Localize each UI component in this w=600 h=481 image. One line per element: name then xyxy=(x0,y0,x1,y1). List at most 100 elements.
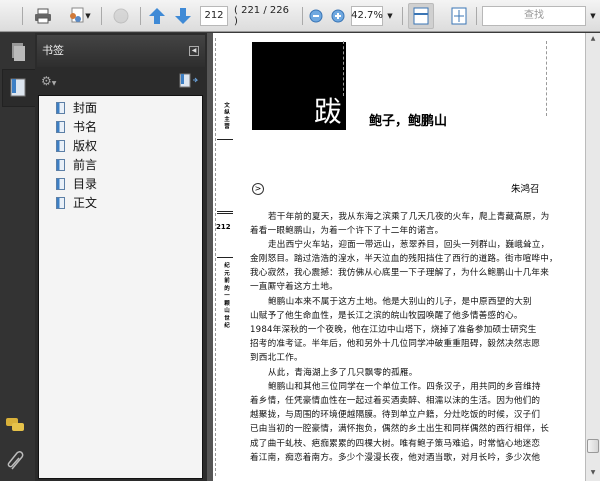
bookmark-icon xyxy=(56,158,65,171)
text-line: 若干年前的夏天，我从东海之滨乘了几天几夜的火车，爬上青藏高原，为 xyxy=(268,212,550,222)
print-button[interactable] xyxy=(32,6,54,26)
bookmark-item[interactable]: 目录 xyxy=(39,174,202,193)
text-line: 山赋予了他生命血性，是长江之滨的皖山牧园唤醒了他多情善感的心。 xyxy=(250,311,523,321)
text-line: 走出西宁火车站，迎面一带远山，葱翠养目，回头一列群山，巍峨耸立， xyxy=(268,240,550,250)
page-number: 212 xyxy=(216,223,231,231)
page-margin-rule xyxy=(215,38,216,476)
zoom-in-button[interactable] xyxy=(330,6,346,26)
divider xyxy=(476,7,477,25)
bookmark-label: 正文 xyxy=(73,196,98,210)
bookmarks-panel: 书签 ◀ ⚙▼ 封面 书名 版权 前言 目录 正文 xyxy=(35,33,207,481)
pages-button[interactable] xyxy=(4,39,32,65)
chapter-title: 鲍子，鲍鹏山 xyxy=(369,114,448,129)
fit-width-button[interactable] xyxy=(408,3,434,29)
comments-icon xyxy=(6,418,24,431)
fit-page-icon xyxy=(451,7,467,25)
toolbar-grip xyxy=(22,7,23,25)
bookmark-item[interactable]: 书名 xyxy=(39,117,202,136)
bookmark-icon xyxy=(56,177,65,190)
arrow-down-icon xyxy=(175,8,191,24)
search-dropdown-icon[interactable]: ▼ xyxy=(588,6,598,26)
text-line: 越聚拢，与周围的环境便越隔膜。待到单立户籍，分灶吃饭的时候，汉子们 xyxy=(250,410,541,420)
pdf-page: 文纵主营 212 纪元前的一颗山世纪 跋 鲍子，鲍鹏山 > 朱鸿召 若干年前的夏… xyxy=(213,33,585,481)
divider xyxy=(217,257,233,258)
minus-circle-icon xyxy=(309,9,323,23)
toolbar: ▼ 212 ( 221 / 226 ) 42.7% ▼ 查找 ▼ xyxy=(0,0,600,32)
bookmark-icon xyxy=(10,78,26,97)
text-line: 鲍鹏山本来不属于这方土地。他是大别山的儿子，是中原西望的大别 xyxy=(268,297,532,307)
previous-page-button[interactable] xyxy=(146,6,168,26)
divider xyxy=(140,7,141,25)
scroll-up-arrow[interactable]: ▲ xyxy=(587,33,599,45)
pages-icon xyxy=(12,43,25,61)
panel-header: 书签 ◀ xyxy=(37,35,205,67)
bookmark-label: 封面 xyxy=(73,101,98,115)
plus-circle-icon xyxy=(331,9,345,23)
page-count: ( 221 / 226 ) xyxy=(234,5,289,27)
search-input[interactable]: 查找 xyxy=(482,6,586,26)
globe-icon xyxy=(113,8,129,24)
attachments-button[interactable] xyxy=(4,449,30,475)
divider xyxy=(101,7,102,25)
chevron-down-icon: ▼ xyxy=(85,12,91,20)
bookmark-label: 版权 xyxy=(73,139,98,153)
divider xyxy=(217,211,233,214)
divider xyxy=(402,7,403,25)
text-line: 招考的准考证。半年后，他和另外十几位同学冲破重重阻碍，毅然决然志愿 xyxy=(250,339,541,349)
collaborate-button[interactable] xyxy=(110,6,132,26)
bookmark-item[interactable]: 版权 xyxy=(39,136,202,155)
side-footer: 纪元前的一颗山世纪 xyxy=(224,263,230,329)
bookmark-icon xyxy=(56,120,65,133)
paperclip-icon xyxy=(7,451,24,470)
page-number-input[interactable]: 212 xyxy=(200,6,228,26)
author: 朱鸿召 xyxy=(511,184,540,195)
bookmark-label: 前言 xyxy=(73,158,98,172)
text-line: 一直厮守着这方土地。 xyxy=(250,282,338,292)
fit-width-icon xyxy=(413,7,429,25)
comments-button[interactable] xyxy=(4,415,30,435)
fit-page-button[interactable] xyxy=(448,6,470,26)
users-document-icon xyxy=(70,7,84,23)
next-page-button[interactable] xyxy=(172,6,194,26)
new-bookmark-button[interactable] xyxy=(179,73,199,89)
scroll-down-arrow[interactable]: ▼ xyxy=(587,467,599,479)
text-line: 从此，青海湖上多了几只飘零的孤雁。 xyxy=(268,368,418,378)
options-button[interactable]: ⚙▼ xyxy=(41,74,63,88)
decorative-rule xyxy=(343,41,344,96)
bookmark-list: 封面 书名 版权 前言 目录 正文 xyxy=(38,95,203,479)
text-line: 着乡情，任凭豪情血性在一起过着买酒卖醉、相濡以沫的生活。因为他们的 xyxy=(250,396,541,406)
bookmark-icon xyxy=(56,101,65,114)
text-line: 已由当初的一腔豪情，满怀抱负，偶然的乡土出生和同样偶然的西行相伴，长 xyxy=(250,424,549,434)
text-line: 1984年深秋的一个夜晚，他在江边中山塔下，烧掉了准备参加硕士研究生 xyxy=(250,325,537,335)
divider xyxy=(302,7,303,25)
zoom-out-button[interactable] xyxy=(308,6,324,26)
arrow-circle-icon: > xyxy=(252,183,264,195)
arrow-up-icon xyxy=(149,8,165,24)
decorative-rule xyxy=(546,41,547,116)
text-line: 鲍鹏山和其他三位同学在一个单位工作。四条汉子，用共同的乡音维持 xyxy=(268,382,541,392)
scroll-thumb[interactable] xyxy=(587,439,599,453)
drop-cap-box: 跋 xyxy=(252,42,346,130)
bookmark-item[interactable]: 封面 xyxy=(39,98,202,117)
zoom-dropdown-icon[interactable]: ▼ xyxy=(385,6,395,26)
bookmark-item[interactable]: 正文 xyxy=(39,193,202,212)
printer-icon xyxy=(35,8,51,24)
text-line: 着江南，痴恋着南方。多少个漫漫长夜，他对酒当歌，对月长吟，多少次他 xyxy=(250,453,541,463)
chevron-down-icon: ▼ xyxy=(51,80,57,87)
drop-cap: 跋 xyxy=(313,95,342,128)
zoom-input[interactable]: 42.7% xyxy=(351,6,383,26)
panel-title: 书签 xyxy=(42,44,64,57)
bookmark-item[interactable]: 前言 xyxy=(39,155,202,174)
bookmark-icon xyxy=(56,139,65,152)
navigation-strip xyxy=(0,33,36,481)
bookmarks-button[interactable] xyxy=(2,69,36,107)
text-line: 到西北工作。 xyxy=(250,353,303,363)
side-header: 文纵主营 xyxy=(224,103,230,130)
text-line: 我心寂然，我心震撼：我仿佛从心底里一下子理解了，为什么鲍鹏山十几年来 xyxy=(250,268,549,278)
bookmark-icon xyxy=(56,196,65,209)
vertical-scrollbar[interactable]: ▲ ▼ xyxy=(585,33,600,481)
text-line: 成了曲干虬枝、疤痂累累的四棵大树。唯有鲍子策马难追，时常惦心地迷恋 xyxy=(250,439,541,449)
collapse-panel-button[interactable]: ◀ xyxy=(189,46,199,56)
share-button[interactable]: ▼ xyxy=(64,6,94,26)
document-viewport: 文纵主营 212 纪元前的一颗山世纪 跋 鲍子，鲍鹏山 > 朱鸿召 若干年前的夏… xyxy=(207,33,585,481)
